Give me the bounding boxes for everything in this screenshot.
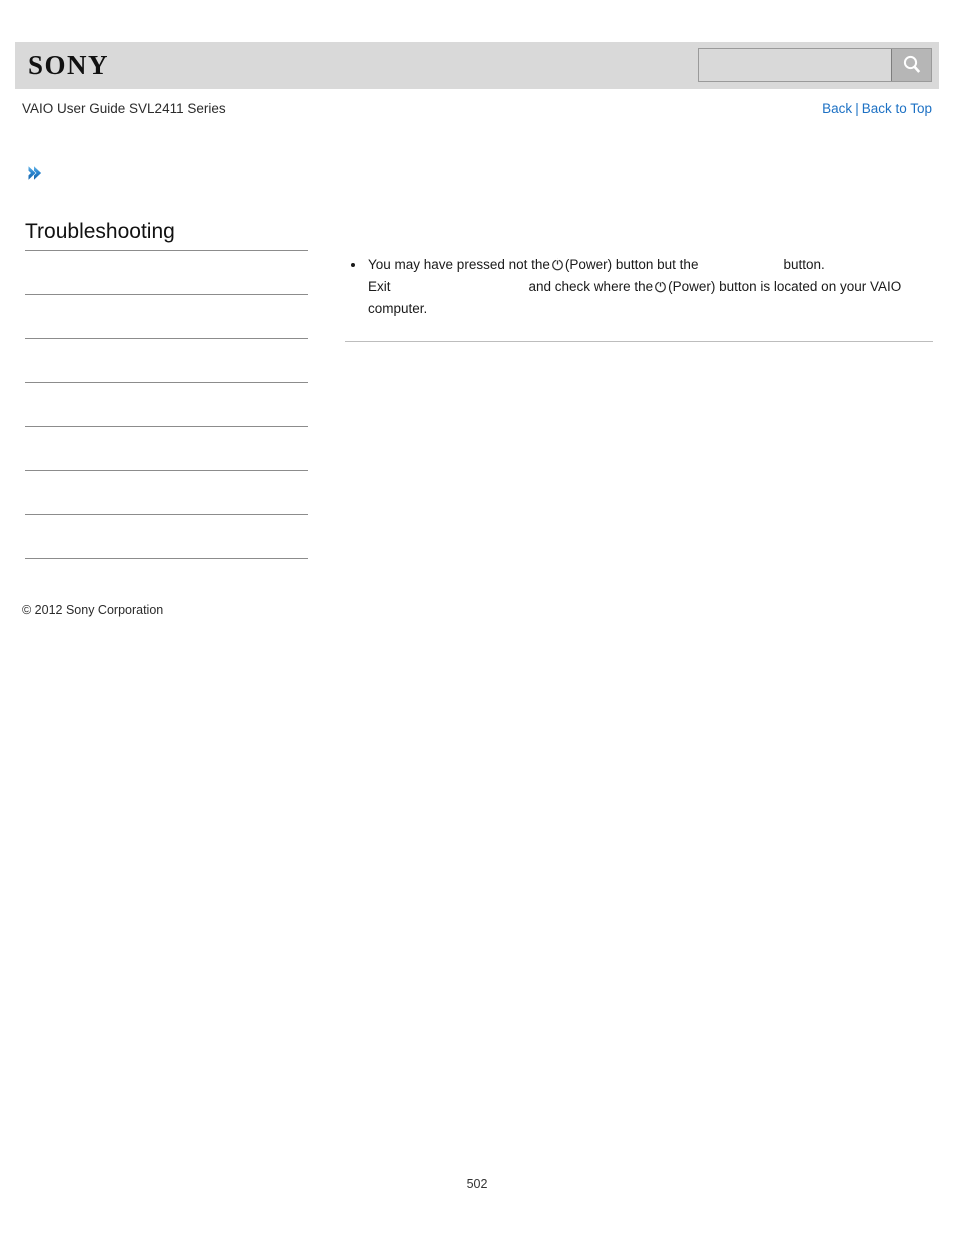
sidebar-item-1[interactable]	[25, 251, 308, 295]
bullet-text-segment-2: (Power) button but the	[564, 257, 699, 272]
bullet-text-segment-1: You may have pressed not the	[368, 257, 550, 272]
sidebar-item-6[interactable]	[25, 471, 308, 515]
page-title: VAIO User Guide SVL2411 Series	[22, 101, 226, 116]
sidebar-item-7[interactable]	[25, 515, 308, 559]
copyright-notice: © 2012 Sony Corporation	[22, 603, 164, 617]
sidebar-item-3[interactable]	[25, 339, 308, 383]
subheader: VAIO User Guide SVL2411 Series Back | Back…	[22, 101, 932, 121]
nav-links: Back | Back to Top	[822, 101, 932, 116]
nav-separator: |	[855, 101, 859, 116]
main-content: You may have pressed not the (Power) butt…	[345, 255, 933, 319]
bullet-text-segment-3: button.	[783, 257, 825, 272]
back-to-top-link[interactable]: Back to Top	[862, 101, 932, 116]
search-box[interactable]	[698, 48, 932, 82]
search-button[interactable]	[891, 49, 931, 81]
chevron-right-icon[interactable]	[24, 163, 44, 183]
bullet-text-segment-4: Exit	[368, 279, 391, 294]
sidebar-item-5[interactable]	[25, 427, 308, 471]
sidebar: Troubleshooting	[25, 218, 308, 559]
troubleshooting-bullet-list: You may have pressed not the (Power) butt…	[345, 255, 933, 319]
page-number: 502	[466, 1177, 488, 1191]
sony-logo: SONY	[28, 50, 110, 80]
bullet-text-segment-5: and check where the	[528, 279, 654, 294]
sidebar-item-2[interactable]	[25, 295, 308, 339]
search-input[interactable]	[699, 49, 891, 81]
site-header-band: SONY	[15, 42, 939, 89]
search-icon	[900, 53, 924, 77]
list-item: You may have pressed not the (Power) butt…	[345, 255, 933, 319]
power-icon	[654, 279, 667, 299]
content-divider	[345, 341, 933, 342]
back-link[interactable]: Back	[822, 101, 852, 116]
power-icon	[551, 257, 564, 277]
sidebar-item-4[interactable]	[25, 383, 308, 427]
sidebar-title: Troubleshooting	[25, 218, 308, 251]
